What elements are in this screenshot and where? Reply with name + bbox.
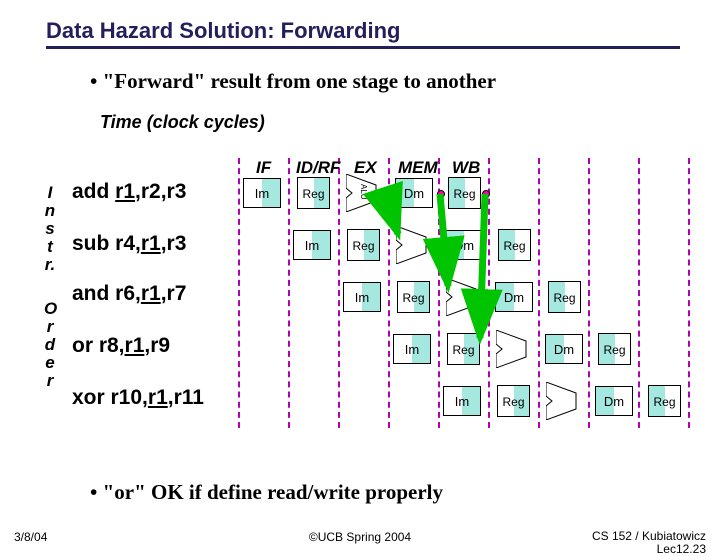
instr-and: and r6,r1,r7: [72, 282, 186, 306]
fwd-dot: [382, 190, 390, 198]
stage-if: IF: [256, 158, 271, 178]
im-box: Im: [393, 334, 431, 364]
dm-box: Dm: [395, 178, 433, 208]
slide-title: Data Hazard Solution: Forwarding: [46, 18, 680, 49]
instr-xor: xor r10,r1,r11: [72, 386, 204, 410]
instr-or: or r8,r1,r9: [72, 334, 170, 358]
dm-box: Dm: [495, 282, 533, 312]
instr-add: add r1,r2,r3: [72, 180, 186, 204]
time-label: Time (clock cycles): [100, 112, 720, 133]
reg-box: Reg: [497, 385, 530, 417]
dm-box: Dm: [545, 334, 583, 364]
dm-box: Dm: [445, 230, 483, 260]
reg-box: Reg: [447, 333, 480, 365]
reg-box: Reg: [297, 177, 330, 209]
svg-text:ALU: ALU: [359, 184, 368, 200]
im-box: Im: [293, 230, 331, 260]
footer-right: CS 152 / KubiatowiczLec12.23: [592, 530, 706, 556]
bullet-forward: • "Forward" result from one stage to ano…: [90, 69, 720, 94]
alu-shape: [446, 278, 482, 316]
reg-box: Reg: [397, 281, 430, 313]
reg-box: Reg: [598, 333, 631, 365]
reg-box: Reg: [648, 385, 681, 417]
stage-id: ID/RF: [296, 158, 340, 178]
stage-wb: WB: [452, 158, 480, 178]
alu-shape: [396, 226, 432, 264]
side-order: Order: [44, 300, 56, 390]
pipeline-diagram: IF ID/RF EX MEM WB Instr. Order add r1,r…: [40, 138, 700, 468]
instr-sub: sub r4,r1,r3: [72, 232, 186, 256]
alu-shape: [546, 382, 582, 420]
alu-shape: ALU: [346, 174, 382, 212]
reg-box: Reg: [548, 281, 581, 313]
reg-box: Reg: [498, 229, 531, 261]
stage-mem: MEM: [398, 158, 438, 178]
bullet-or-ok: • "or" OK if define read/write properly: [90, 480, 443, 505]
alu-shape: [496, 330, 532, 368]
side-instr: Instr.: [44, 184, 56, 274]
reg-box: Reg: [448, 177, 481, 209]
fwd-dot: [482, 190, 490, 198]
dm-box: Dm: [595, 386, 633, 416]
reg-box: Reg: [347, 229, 380, 261]
im-box: Im: [443, 386, 481, 416]
im-box: Im: [343, 282, 381, 312]
fwd-dot: [437, 190, 445, 198]
im-box: Im: [243, 178, 281, 208]
